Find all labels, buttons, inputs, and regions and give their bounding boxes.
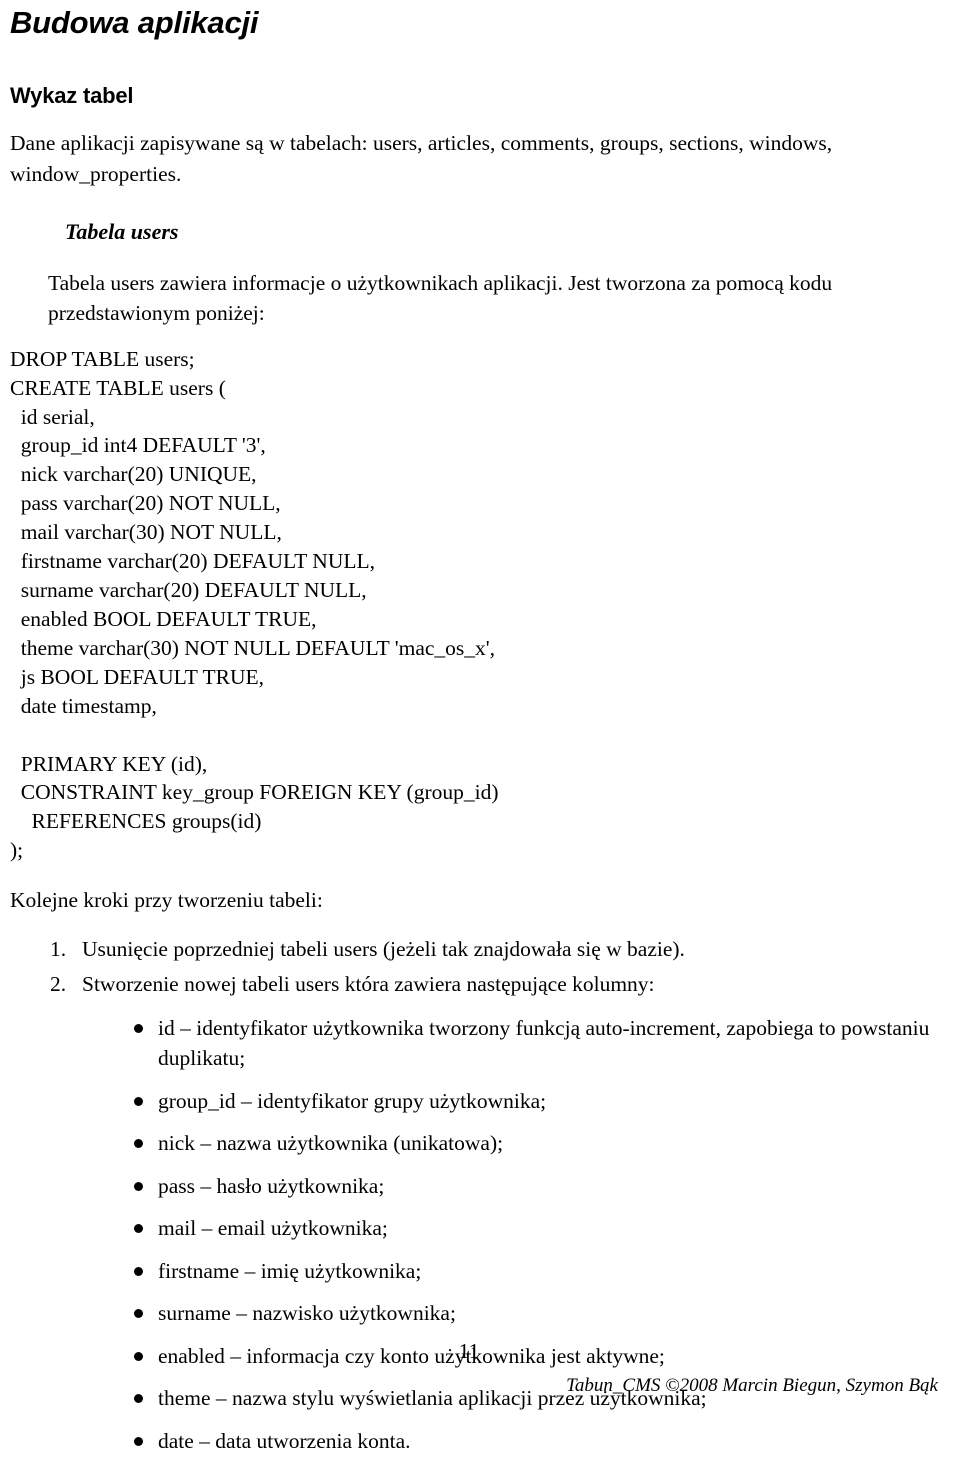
column-item: id – identyfikator użytkownika tworzony … — [10, 1013, 938, 1086]
column-item: mail – email użytkownika; — [10, 1213, 938, 1256]
code-line: date timestamp, — [10, 693, 157, 718]
code-line: firstname varchar(20) DEFAULT NULL, — [10, 549, 376, 574]
intro-paragraph: Dane aplikacji zapisywane są w tabelach:… — [10, 131, 833, 186]
code-line: pass varchar(20) NOT NULL, — [10, 491, 281, 516]
subsection-heading-tabela-users: Tabela users — [65, 219, 179, 245]
code-line: DROP TABLE users; — [10, 346, 195, 371]
footer-credit: Tabun_CMS ©2008 Marcin Biegun, Szymon Bą… — [566, 1375, 938, 1396]
code-line: ); — [10, 838, 24, 863]
column-item-label: mail – email użytkownika; — [158, 1216, 388, 1241]
code-line: mail varchar(30) NOT NULL, — [10, 520, 282, 545]
column-item: group_id – identyfikator grupy użytkowni… — [10, 1086, 938, 1129]
column-item: nick – nazwa użytkownika (unikatowa); — [10, 1128, 938, 1171]
code-line: CREATE TABLE users ( — [10, 375, 226, 400]
sql-code-block: DROP TABLE users; CREATE TABLE users ( id… — [10, 329, 938, 865]
page-title: Budowa aplikacji — [10, 5, 259, 40]
steps-list: Usunięcie poprzedniej tabeli users (jeże… — [10, 916, 938, 1005]
step-item: Stworzenie nowej tabeli users która zawi… — [50, 969, 655, 999]
column-item-label: pass – hasło użytkownika; — [158, 1173, 385, 1198]
column-item: firstname – imię użytkownika; — [10, 1256, 938, 1299]
section-heading-wykaz-tabel: Wykaz tabel — [10, 83, 134, 109]
code-line: PRIMARY KEY (id), — [10, 751, 208, 776]
code-line: nick varchar(20) UNIQUE, — [10, 462, 257, 487]
column-item-label: group_id – identyfikator grupy użytkowni… — [158, 1088, 547, 1113]
page-footer: 11 Tabun_CMS ©2008 Marcin Biegun, Szymon… — [0, 1339, 938, 1409]
code-line: REFERENCES groups(id) — [10, 809, 262, 834]
code-line: enabled BOOL DEFAULT TRUE, — [10, 606, 317, 631]
column-item: pass – hasło użytkownika; — [10, 1171, 938, 1214]
code-line: theme varchar(30) NOT NULL DEFAULT 'mac_… — [10, 635, 496, 660]
column-item-label: id – identyfikator użytkownika tworzony … — [158, 1015, 930, 1071]
code-line: surname varchar(20) DEFAULT NULL, — [10, 577, 367, 602]
document-page: Budowa aplikacji Wykaz tabel Dane aplika… — [0, 0, 960, 1452]
column-item-label: nick – nazwa użytkownika (unikatowa); — [158, 1131, 504, 1156]
code-line: id serial, — [10, 404, 95, 429]
column-item-label: date – data utworzenia konta. — [158, 1428, 411, 1453]
code-line: group_id int4 DEFAULT '3', — [10, 433, 266, 458]
column-item-label: surname – nazwisko użytkownika; — [158, 1301, 456, 1326]
column-item: date – data utworzenia konta. — [10, 1426, 938, 1468]
column-item: surname – nazwisko użytkownika; — [10, 1298, 938, 1341]
column-item-label: firstname – imię użytkownika; — [158, 1258, 422, 1283]
code-line: CONSTRAINT key_group FOREIGN KEY (group_… — [10, 780, 499, 805]
step-item: Usunięcie poprzedniej tabeli users (jeże… — [50, 934, 685, 964]
code-line: js BOOL DEFAULT TRUE, — [10, 664, 265, 689]
steps-intro-paragraph: Kolejne kroki przy tworzeniu tabeli: — [10, 888, 323, 913]
page-number: 11 — [458, 1339, 480, 1363]
subsection-paragraph: Tabela users zawiera informacje o użytko… — [48, 270, 833, 326]
